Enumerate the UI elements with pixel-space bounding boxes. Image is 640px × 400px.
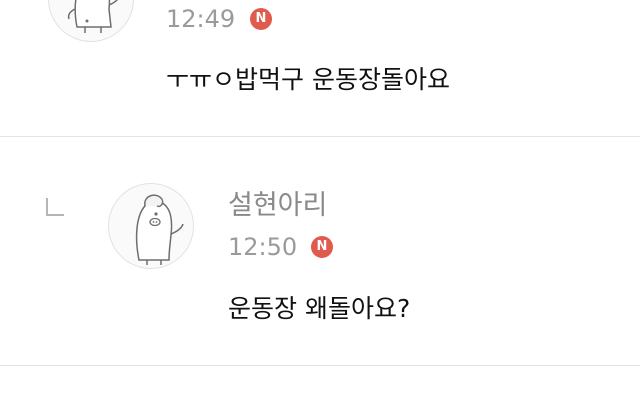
comment-text: 운동장 왜돌아요? [228, 294, 411, 323]
reply-arrow-icon [46, 198, 64, 216]
penguin-avatar-icon [67, 0, 118, 33]
avatar[interactable] [48, 0, 134, 42]
comment-text: ㅜㅠㅇ밥먹구 운동장돌아요 [166, 65, 450, 94]
new-badge: N [311, 236, 333, 258]
comment-time: 12:50 [228, 233, 298, 261]
comment-list: 12:49 N ㅜㅠㅇ밥먹구 운동장돌아요 설현아리 12:50 N 운동장 왜… [0, 0, 640, 400]
avatar[interactable] [108, 183, 194, 269]
comment-item: 12:49 N ㅜㅠㅇ밥먹구 운동장돌아요 [0, 0, 640, 136]
penguin-avatar-icon [135, 194, 184, 265]
new-badge: N [250, 8, 272, 30]
divider [0, 365, 640, 366]
comment-time: 12:49 [166, 5, 236, 33]
comment-author[interactable]: 설현아리 [228, 192, 327, 219]
